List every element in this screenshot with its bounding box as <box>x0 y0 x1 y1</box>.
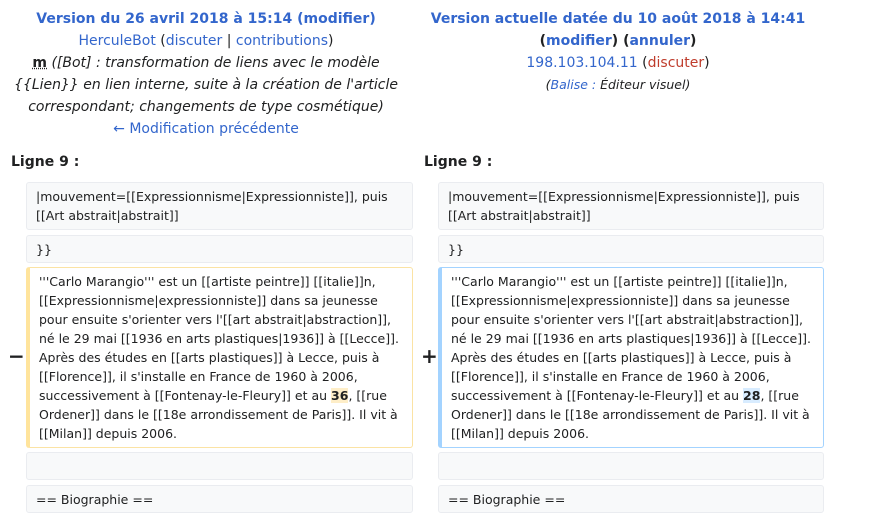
left-context-row: == Biographie == <box>26 485 413 513</box>
old-revision-user: HerculeBot (discuter | contributions) <box>78 33 334 49</box>
minor-edit-mark: m <box>32 55 47 71</box>
deleted-word: 36 <box>331 388 349 403</box>
edit-summary: m ([Bot] : transformation de liens avec … <box>32 55 380 71</box>
right-context-row: }} <box>438 235 824 263</box>
previous-edit-link[interactable]: ← Modification précédente <box>0 118 412 140</box>
tag-label-link[interactable]: Balise : <box>551 77 601 92</box>
user-contribs-link[interactable]: contributions <box>236 33 328 49</box>
undo-link[interactable]: annuler <box>629 33 690 49</box>
current-revision-header: Version actuelle datée du 10 août 2018 à… <box>412 8 824 96</box>
left-context-row: |mouvement=[[Expressionnisme|Expressionn… <box>26 182 413 230</box>
old-modify-link[interactable]: modifier <box>304 11 370 27</box>
left-context-row <box>26 452 413 480</box>
added-word: 28 <box>743 388 761 403</box>
added-line-marker: + <box>421 344 438 368</box>
old-revision-header: Version du 26 avril 2018 à 15:14 (modifi… <box>0 8 412 140</box>
user-talk-link[interactable]: discuter <box>166 33 223 49</box>
revision-tag: (Balise : Éditeur visuel) <box>545 77 691 92</box>
edit-summary-line2: {{Lien}} en lien interne, suite à la cré… <box>14 77 398 93</box>
deleted-line-marker: − <box>8 344 25 368</box>
right-context-row: == Biographie == <box>438 485 824 513</box>
old-revision-title: Version du 26 avril 2018 à 15:14 (modifi… <box>36 11 376 27</box>
right-context-row: |mouvement=[[Expressionnisme|Expressionn… <box>438 182 824 230</box>
ip-talk-link[interactable]: discuter <box>648 55 705 71</box>
current-revision-user: 198.103.104.11 (discuter) <box>526 55 710 71</box>
left-context-row: }} <box>26 235 413 263</box>
left-line-number: Ligne 9 : <box>11 154 80 170</box>
current-revision-title-link[interactable]: Version actuelle datée du 10 août 2018 à… <box>412 8 824 30</box>
right-line-number: Ligne 9 : <box>424 154 493 170</box>
deleted-line-block: '''Carlo Marangio''' est un [[artiste pe… <box>26 267 413 448</box>
current-revision-actions: (modifier) (annuler) <box>539 33 697 49</box>
edit-summary-line3: correspondant; changements de type cosmé… <box>28 99 384 115</box>
user-link[interactable]: HerculeBot <box>79 33 156 49</box>
added-line-block: '''Carlo Marangio''' est un [[artiste pe… <box>438 267 824 448</box>
old-revision-date-link[interactable]: Version du 26 avril 2018 à 15:14 <box>36 11 292 27</box>
ip-user-link[interactable]: 198.103.104.11 <box>526 55 637 71</box>
right-context-row <box>438 452 824 480</box>
current-modify-link[interactable]: modifier <box>546 33 612 49</box>
